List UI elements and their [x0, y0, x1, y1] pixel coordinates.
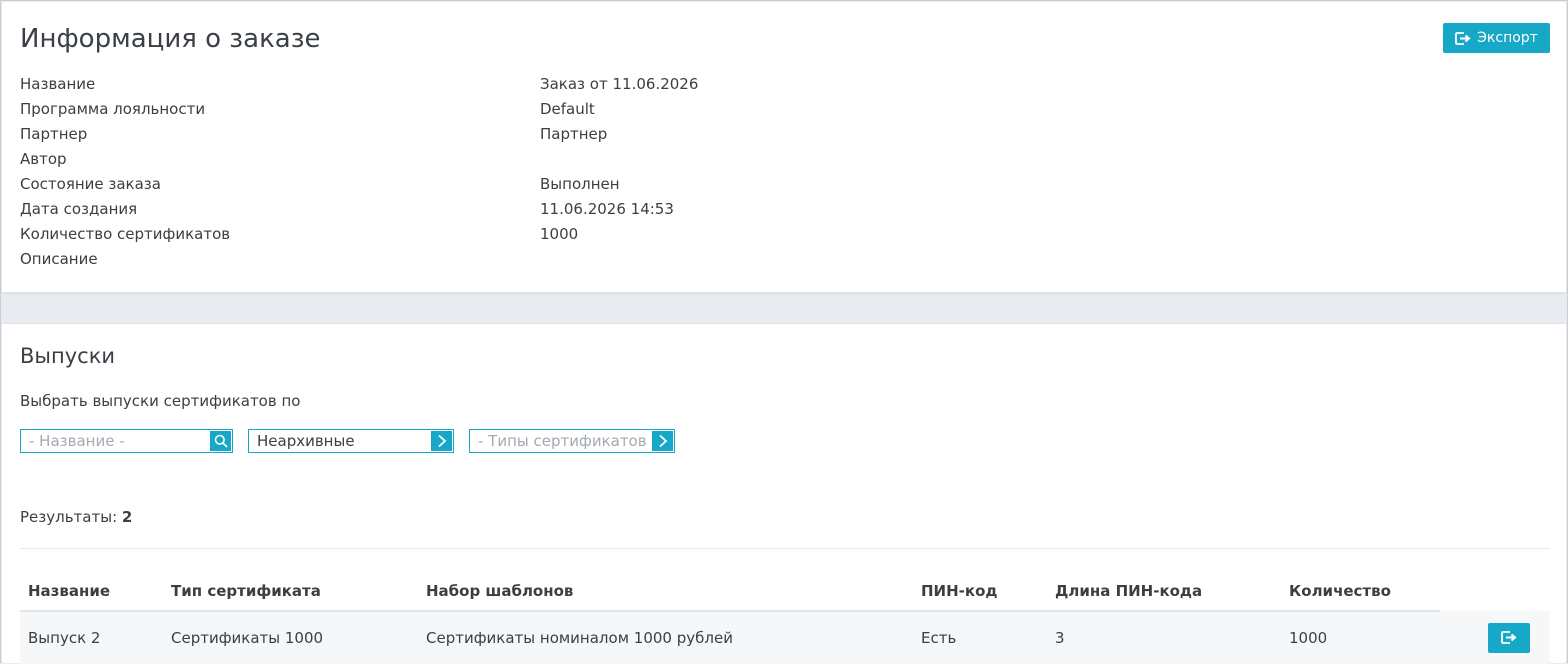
name-filter-placeholder: - Название -	[29, 432, 125, 450]
cell-template-set: Сертификаты номиналом 1000 рублей	[418, 611, 913, 664]
table-row[interactable]: Выпуск 2 Сертификаты 1000 Сертификаты но…	[20, 611, 1550, 664]
results-value: 2	[121, 508, 133, 526]
column-header-actions	[1440, 572, 1550, 611]
certificate-types-placeholder: - Типы сертификатов -	[478, 432, 657, 450]
info-row-author: Автор	[20, 147, 1120, 172]
export-button[interactable]: Экспорт	[1443, 23, 1550, 53]
results-label: Результаты:	[20, 508, 118, 526]
export-icon	[1501, 631, 1517, 644]
info-row-partner: Партнер Партнер	[20, 122, 1120, 147]
releases-title: Выпуски	[20, 344, 116, 368]
info-value: Партнер	[540, 125, 608, 143]
table-header-row: Название Тип сертификата Набор шаблонов …	[20, 572, 1550, 612]
info-label: Дата создания	[20, 200, 138, 218]
info-label: Партнер	[20, 125, 88, 143]
cell-quantity: 1000	[1281, 611, 1440, 664]
archive-filter-value: Неархивные	[257, 432, 355, 450]
results-count: Результаты: 2	[20, 508, 132, 526]
divider	[20, 548, 1550, 549]
info-row-certificate-count: Количество сертификатов 1000	[20, 222, 1120, 247]
cell-pin-length: 3	[1047, 611, 1281, 664]
info-label: Название	[20, 75, 96, 93]
chevron-right-icon	[658, 434, 667, 448]
info-label: Количество сертификатов	[20, 225, 231, 243]
column-header-template-set[interactable]: Набор шаблонов	[418, 572, 913, 612]
info-label: Состояние заказа	[20, 175, 161, 193]
page-title: Информация о заказе	[20, 24, 321, 54]
releases-panel: Выпуски Выбрать выпуски сертификатов по …	[2, 323, 1566, 664]
row-export-button[interactable]	[1488, 622, 1530, 653]
cell-pin-code: Есть	[913, 611, 1047, 664]
info-label: Описание	[20, 250, 98, 268]
search-button[interactable]	[210, 431, 231, 451]
info-row-name: Название Заказ от 11.06.2026	[20, 72, 1120, 97]
order-info-panel: Информация о заказе Экспорт Название Зак…	[2, 2, 1566, 292]
info-label: Автор	[20, 150, 67, 168]
export-icon	[1455, 31, 1471, 45]
archive-filter-select[interactable]: Неархивные	[248, 429, 454, 453]
certificate-types-select[interactable]: - Типы сертификатов -	[469, 429, 675, 453]
info-row-created-date: Дата создания 11.06.2026 14:53	[20, 197, 1120, 222]
archive-filter-toggle[interactable]	[431, 431, 452, 451]
name-filter-input[interactable]: - Название -	[20, 429, 233, 453]
info-row-description: Описание	[20, 247, 1120, 272]
search-icon	[214, 434, 228, 448]
export-button-label: Экспорт	[1477, 30, 1538, 46]
column-header-name[interactable]: Название	[20, 572, 163, 612]
chevron-right-icon	[437, 434, 446, 448]
cell-certificate-type: Сертификаты 1000	[163, 611, 418, 664]
certificate-types-toggle[interactable]	[652, 431, 673, 451]
info-label: Программа лояльности	[20, 100, 206, 118]
info-row-order-status: Состояние заказа Выполнен	[20, 172, 1120, 197]
info-value: Заказ от 11.06.2026	[540, 75, 699, 93]
releases-table: Название Тип сертификата Набор шаблонов …	[20, 572, 1550, 664]
info-value: Default	[540, 100, 595, 118]
cell-name: Выпуск 2	[20, 611, 163, 664]
column-header-pin-code[interactable]: ПИН-код	[913, 572, 1047, 612]
info-value: Выполнен	[540, 175, 620, 193]
column-header-quantity[interactable]: Количество	[1281, 572, 1440, 612]
info-value: 1000	[540, 225, 579, 243]
column-header-certificate-type[interactable]: Тип сертификата	[163, 572, 418, 612]
info-row-loyalty-program: Программа лояльности Default	[20, 97, 1120, 122]
column-header-pin-length[interactable]: Длина ПИН-кода	[1047, 572, 1281, 612]
filter-caption: Выбрать выпуски сертификатов по	[20, 392, 301, 410]
info-value: 11.06.2026 14:53	[540, 200, 674, 218]
cell-actions	[1440, 611, 1550, 664]
